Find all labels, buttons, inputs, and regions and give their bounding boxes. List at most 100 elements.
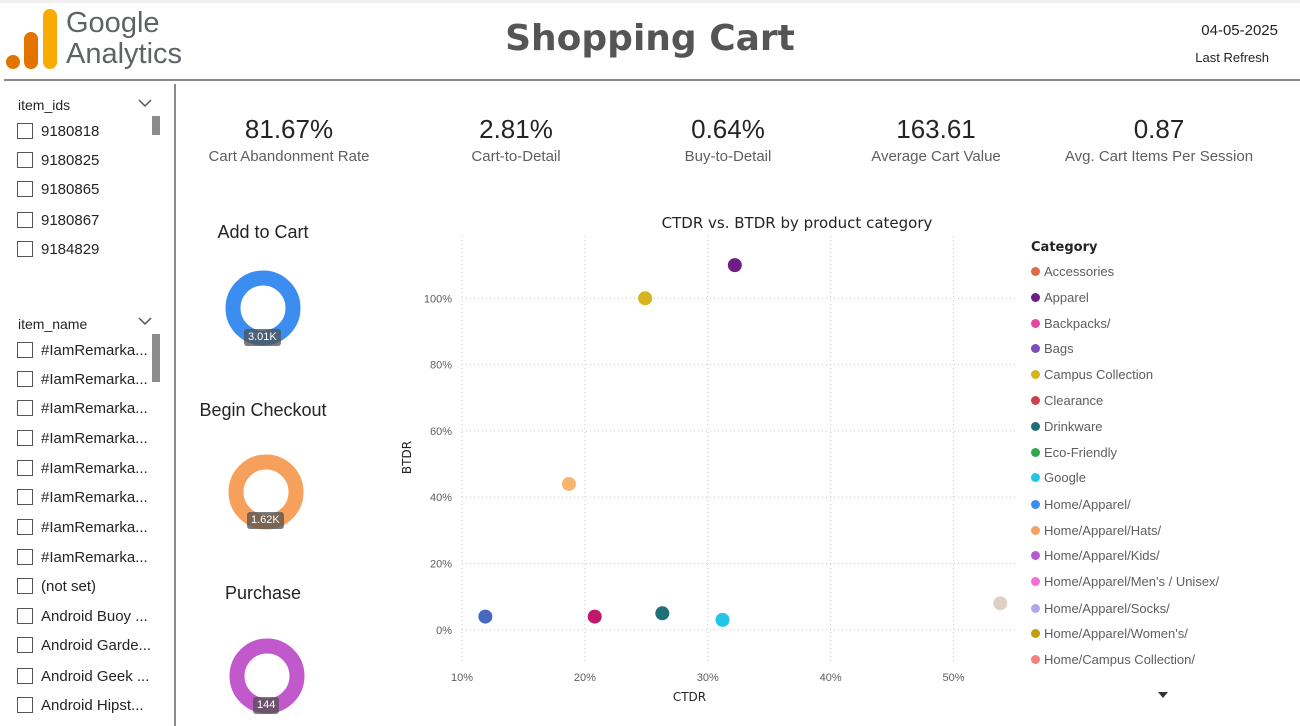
item-name-option-label: #IamRemarka... bbox=[41, 488, 148, 506]
checkbox[interactable] bbox=[17, 637, 33, 653]
scatter-chart[interactable]: 0% 20% 40% 60% 80% 100% 120% 10% 20% 30% 40% 50% CTD… bbox=[395, 236, 1020, 706]
item-name-option[interactable]: #IamRemarka... bbox=[17, 427, 148, 449]
data-point[interactable] bbox=[478, 609, 493, 624]
item-ids-scrollbar[interactable] bbox=[152, 116, 160, 135]
item-name-option[interactable]: #IamRemarka... bbox=[17, 397, 148, 419]
checkbox[interactable] bbox=[17, 241, 33, 257]
x-tick-label: 10% bbox=[451, 672, 473, 684]
legend-item[interactable]: Accessories bbox=[1031, 262, 1114, 280]
checkbox[interactable] bbox=[17, 181, 33, 197]
checkbox[interactable] bbox=[17, 519, 33, 535]
legend-item[interactable]: Apparel bbox=[1031, 288, 1089, 306]
legend-item[interactable]: Home/Apparel/Socks/ bbox=[1031, 599, 1170, 617]
checkbox[interactable] bbox=[17, 668, 33, 684]
legend-item[interactable]: Campus Collection bbox=[1031, 365, 1153, 383]
item-name-option[interactable]: Android Buoy ... bbox=[17, 605, 148, 627]
legend-item[interactable]: Drinkware bbox=[1031, 417, 1103, 435]
chevron-down-icon[interactable] bbox=[138, 316, 152, 326]
item-name-option-label: #IamRemarka... bbox=[41, 548, 148, 566]
legend-label: Home/Apparel/ bbox=[1044, 496, 1131, 512]
item-name-option[interactable]: Android Garde... bbox=[17, 634, 151, 656]
checkbox[interactable] bbox=[17, 489, 33, 505]
item-name-option[interactable]: #IamRemarka... bbox=[17, 516, 148, 538]
item-ids-option[interactable]: 9184829 bbox=[17, 238, 99, 260]
chevron-down-icon[interactable] bbox=[138, 98, 152, 108]
legend-label: Google bbox=[1044, 469, 1086, 485]
legend-label: Backpacks/ bbox=[1044, 315, 1111, 331]
legend-item[interactable]: Home/Apparel/Hats/ bbox=[1031, 521, 1161, 539]
item-name-option[interactable]: #IamRemarka... bbox=[17, 339, 148, 361]
checkbox[interactable] bbox=[17, 123, 33, 139]
item-ids-option[interactable]: 9180867 bbox=[17, 209, 99, 231]
item-ids-option[interactable]: 9180865 bbox=[17, 178, 99, 200]
legend-label: Eco-Friendly bbox=[1044, 444, 1117, 460]
legend-item[interactable]: Home/Apparel/Men's / Unisex/ bbox=[1031, 572, 1219, 590]
checkbox[interactable] bbox=[17, 430, 33, 446]
item-name-option[interactable]: Android Geek ... bbox=[17, 665, 149, 687]
checkbox[interactable] bbox=[17, 400, 33, 416]
data-point[interactable] bbox=[587, 609, 602, 624]
sidebar-divider bbox=[174, 84, 176, 726]
legend-item[interactable]: Backpacks/ bbox=[1031, 314, 1110, 332]
kpi-avg-cart-items-per-session: 0.87 Avg. Cart Items Per Session bbox=[1049, 112, 1269, 165]
y-tick-label: 20% bbox=[430, 559, 452, 571]
legend-item[interactable]: Home/Campus Collection/ bbox=[1031, 650, 1195, 668]
checkbox[interactable] bbox=[17, 608, 33, 624]
legend-item[interactable]: Home/Apparel/Women's/ bbox=[1031, 624, 1188, 642]
legend-swatch bbox=[1031, 421, 1040, 431]
legend-swatch bbox=[1031, 447, 1040, 457]
legend-scroll-down-icon[interactable] bbox=[1157, 690, 1169, 700]
checkbox[interactable] bbox=[17, 371, 33, 387]
checkbox[interactable] bbox=[17, 549, 33, 565]
legend-item[interactable]: Eco-Friendly bbox=[1031, 443, 1117, 461]
legend-item[interactable]: Google bbox=[1031, 468, 1086, 486]
item-name-option-label: (not set) bbox=[41, 577, 97, 595]
report-header: Google Analytics Shopping Cart 04-05-202… bbox=[0, 0, 1300, 80]
item-ids-option[interactable]: 9180818 bbox=[17, 120, 99, 142]
kpi-label: Cart Abandonment Rate bbox=[208, 148, 370, 165]
item-ids-option[interactable]: 9180825 bbox=[17, 149, 99, 171]
kpi-average-cart-value: 163.61 Average Cart Value bbox=[826, 112, 1046, 165]
checkbox[interactable] bbox=[17, 212, 33, 228]
checkbox[interactable] bbox=[17, 152, 33, 168]
item-name-option[interactable]: #IamRemarka... bbox=[17, 368, 148, 390]
checkbox[interactable] bbox=[17, 342, 33, 358]
item-name-option[interactable]: #IamRemarka... bbox=[17, 457, 148, 479]
data-point[interactable] bbox=[993, 596, 1008, 611]
data-point[interactable] bbox=[638, 291, 653, 306]
data-point[interactable] bbox=[715, 612, 730, 627]
legend-item[interactable]: Bags bbox=[1031, 339, 1074, 357]
item-name-option-label: #IamRemarka... bbox=[41, 370, 148, 388]
x-tick-label: 20% bbox=[574, 672, 596, 684]
checkbox[interactable] bbox=[17, 460, 33, 476]
item-name-option-label: #IamRemarka... bbox=[41, 518, 148, 536]
item-name-scrollbar[interactable] bbox=[152, 334, 160, 382]
legend-swatch bbox=[1031, 628, 1040, 638]
item-name-option[interactable]: #IamRemarka... bbox=[17, 546, 148, 568]
item-name-option-label: #IamRemarka... bbox=[41, 341, 148, 359]
data-point[interactable] bbox=[655, 606, 670, 621]
item-name-option-label: #IamRemarka... bbox=[41, 399, 148, 417]
legend-item[interactable]: Home/Apparel/ bbox=[1031, 495, 1131, 513]
data-point[interactable] bbox=[727, 258, 742, 273]
item-name-option[interactable]: Android Hipst... bbox=[17, 694, 144, 716]
legend-swatch bbox=[1031, 550, 1040, 560]
add-to-cart-value: 3.01K bbox=[244, 329, 281, 346]
checkbox[interactable] bbox=[17, 578, 33, 594]
item-name-option[interactable]: (not set) bbox=[17, 575, 96, 597]
item-name-option[interactable]: #IamRemarka... bbox=[17, 486, 148, 508]
legend-label: Home/Apparel/Men's / Unisex/ bbox=[1044, 573, 1220, 589]
legend-item[interactable]: Home/Apparel/Kids/ bbox=[1031, 546, 1160, 564]
legend-swatch bbox=[1031, 654, 1040, 664]
y-tick-label: 100% bbox=[424, 293, 452, 305]
checkbox[interactable] bbox=[17, 697, 33, 713]
legend-item[interactable]: Clearance bbox=[1031, 391, 1103, 409]
x-tick-label: 40% bbox=[820, 672, 842, 684]
y-axis-title: BTDR bbox=[400, 441, 414, 474]
item-name-option-label: Android Hipst... bbox=[41, 696, 144, 714]
legend-label: Home/Apparel/Socks/ bbox=[1044, 600, 1170, 616]
kpi-value: 163.61 bbox=[896, 114, 976, 144]
kpi-cart-to-detail: 2.81% Cart-to-Detail bbox=[406, 112, 626, 165]
kpi-value: 81.67% bbox=[244, 114, 334, 144]
data-point[interactable] bbox=[561, 476, 576, 491]
